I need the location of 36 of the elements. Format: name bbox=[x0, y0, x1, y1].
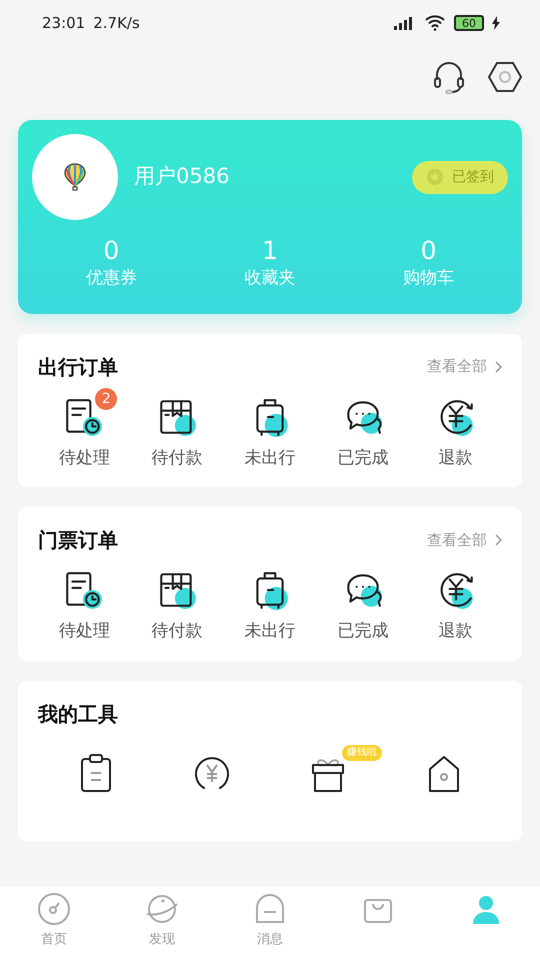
order-status-item[interactable]: 退款 bbox=[409, 559, 502, 644]
charging-icon bbox=[492, 16, 500, 30]
order-status-item[interactable]: 待付款 bbox=[130, 559, 224, 644]
promo-badge: 赚钱啦 bbox=[342, 744, 382, 760]
stat-value: 0 bbox=[420, 236, 437, 266]
headset-icon[interactable] bbox=[432, 60, 466, 94]
order-status-item[interactable]: 已完成 bbox=[316, 559, 410, 644]
section-title: 门票订单 bbox=[38, 527, 118, 554]
planet-icon bbox=[145, 892, 179, 926]
star-coin-icon bbox=[426, 168, 444, 186]
chevron-icon bbox=[495, 534, 502, 546]
order-status-item[interactable]: 2 待处理 bbox=[38, 386, 131, 471]
count-badge: 2 bbox=[95, 388, 118, 410]
order-status-item[interactable]: 待处理 bbox=[38, 559, 131, 644]
compass-icon bbox=[37, 892, 71, 926]
order-status-item[interactable]: 未出行 bbox=[224, 386, 316, 471]
stat-label: 收藏夹 bbox=[244, 267, 296, 290]
chevron-icon bbox=[495, 360, 502, 372]
username: 用户0586 bbox=[134, 163, 230, 190]
stat-label: 购物车 bbox=[403, 267, 454, 290]
stat-label: 优惠券 bbox=[86, 267, 137, 290]
section-title: 出行订单 bbox=[38, 354, 118, 380]
settings-icon[interactable] bbox=[488, 60, 522, 94]
network-speed-text: 2.7K/s bbox=[93, 12, 140, 34]
order-status-item[interactable]: 已完成 bbox=[316, 386, 410, 471]
clock-text: 23:01 bbox=[42, 12, 86, 34]
order-status-item[interactable]: 待付款 bbox=[130, 386, 224, 471]
message-icon bbox=[253, 892, 287, 926]
battery-text: 60 bbox=[454, 15, 484, 31]
stat-value: 0 bbox=[103, 236, 120, 266]
balloon-icon bbox=[64, 163, 86, 191]
order-status-item[interactable]: 退款 bbox=[409, 386, 502, 471]
section-title: 我的工具 bbox=[38, 700, 119, 728]
wifi-icon bbox=[424, 15, 446, 31]
stat-value: 1 bbox=[262, 236, 278, 266]
order-status-item[interactable]: 未出行 bbox=[224, 559, 316, 644]
